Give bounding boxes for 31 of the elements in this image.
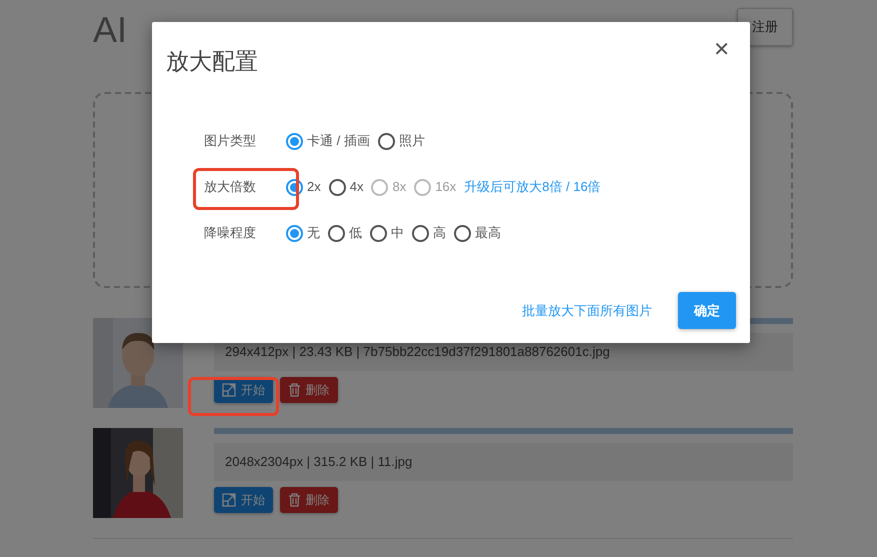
radio-option[interactable]: 卡通 / 插画: [286, 131, 370, 151]
expand-icon: [222, 383, 236, 397]
field-label: 图片类型: [203, 132, 257, 150]
expand-icon: [222, 493, 236, 507]
radio-option[interactable]: 低: [328, 223, 362, 243]
radio-button[interactable]: [454, 224, 471, 242]
dialog-title: 放大配置: [166, 47, 258, 76]
radio-option[interactable]: 中: [370, 223, 404, 243]
page-title: AI: [93, 12, 128, 48]
trash-icon: [288, 493, 300, 507]
field-label: 降噪程度: [203, 224, 257, 242]
radio-option[interactable]: 4x: [328, 177, 364, 197]
trash-icon: [288, 383, 300, 397]
radio-button[interactable]: [378, 132, 395, 150]
radio-option[interactable]: 高: [412, 223, 446, 243]
radio-button[interactable]: [412, 224, 429, 242]
radio-button[interactable]: [370, 224, 387, 242]
radio-option[interactable]: 无: [286, 223, 320, 243]
radio-option: 8x: [371, 177, 406, 197]
radio-button[interactable]: [328, 224, 345, 242]
radio-option: 16x: [414, 177, 456, 197]
radio-button[interactable]: [328, 178, 346, 196]
radio-button[interactable]: [286, 178, 303, 196]
field-label: 放大倍数: [203, 178, 257, 196]
radio-option[interactable]: 2x: [286, 177, 321, 197]
close-button[interactable]: ✕: [707, 34, 736, 66]
radio-button[interactable]: [286, 224, 303, 242]
radio-option[interactable]: 最高: [454, 223, 501, 243]
file-info: 2048x2304px | 315.2 KB | 11.jpg: [214, 443, 793, 481]
radio-option[interactable]: 照片: [378, 131, 425, 151]
radio-button[interactable]: [286, 132, 303, 150]
